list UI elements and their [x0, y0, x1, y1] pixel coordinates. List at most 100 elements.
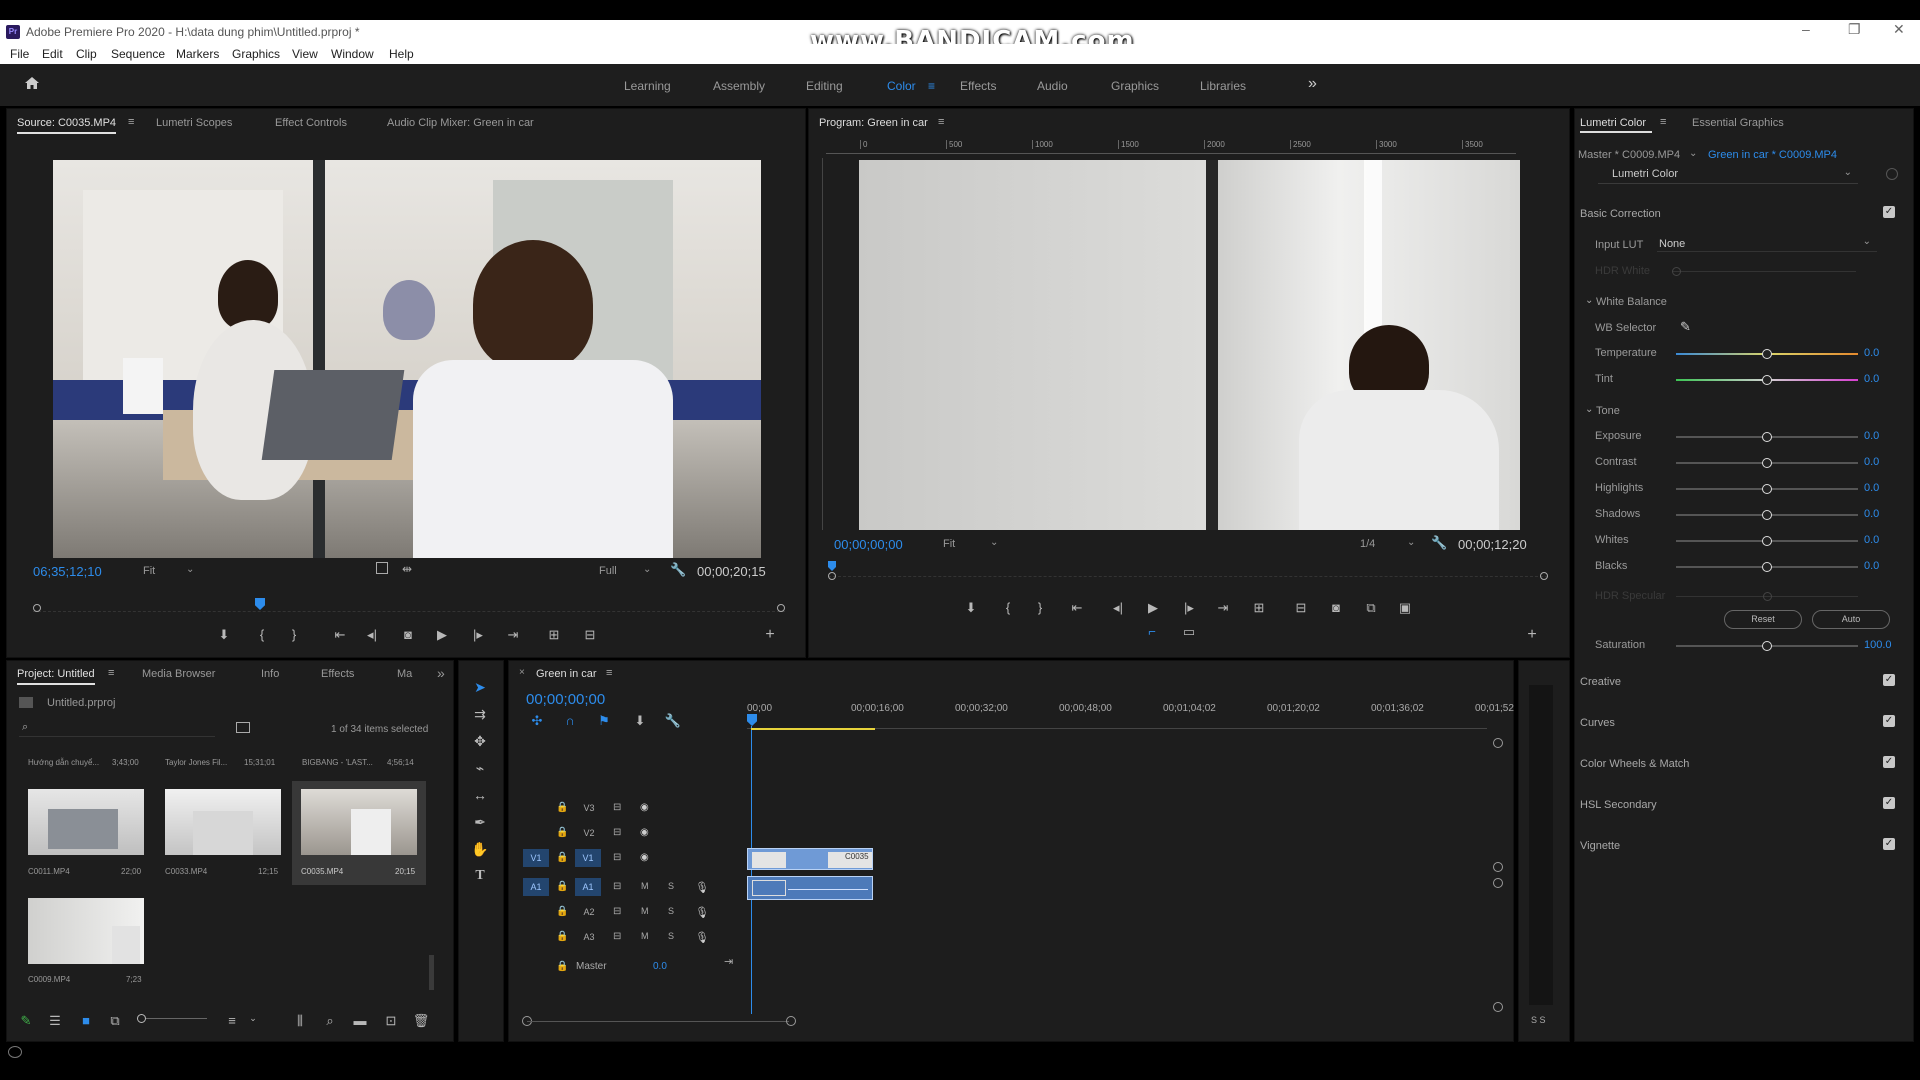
lumetri-menu-icon[interactable]: ≡ [1660, 116, 1666, 128]
program-playhead[interactable] [828, 561, 836, 571]
slider-value-temperature[interactable]: 0.0 [1864, 347, 1879, 359]
workspace-menu-icon[interactable]: ≡ [928, 79, 935, 93]
mute-button[interactable]: M [641, 881, 649, 891]
sync-lock-icon[interactable]: ⊟ [613, 852, 621, 863]
lock-icon[interactable]: 🔒 [556, 827, 568, 838]
source-fit-select[interactable]: Fit [143, 565, 155, 577]
basic-correction-checkbox[interactable]: ✓ [1883, 206, 1895, 218]
chevron-down-icon[interactable]: ⌄ [990, 537, 998, 548]
play-icon[interactable]: ▶ [1144, 600, 1162, 616]
wrench-icon[interactable]: 🔧 [664, 713, 682, 729]
mute-button[interactable]: M [641, 931, 649, 941]
program-scrubber[interactable] [828, 561, 1548, 580]
project-menu-icon[interactable]: ≡ [108, 667, 114, 679]
timeline-ruler[interactable]: 00;00 00;00;16;00 00;00;32;00 00;00;48;00 00… [747, 703, 1514, 729]
scroll-handle[interactable] [1493, 862, 1503, 872]
workspace-graphics[interactable]: Graphics [1111, 79, 1159, 93]
new-bin-icon[interactable]: ▬ [351, 1013, 369, 1028]
program-timecode[interactable]: 00;00;00;00 [834, 537, 903, 552]
tab-lumetri-scopes[interactable]: Lumetri Scopes [156, 117, 232, 129]
workspace-libraries[interactable]: Libraries [1200, 79, 1246, 93]
minimize-icon[interactable]: – [1802, 21, 1810, 37]
section-color-wheels-match[interactable]: Color Wheels & Match [1580, 758, 1689, 770]
menu-sequence[interactable]: Sequence [111, 47, 165, 61]
master-volume-value[interactable]: 0.0 [653, 961, 667, 972]
scroll-handle[interactable] [1493, 878, 1503, 888]
thumbnail[interactable] [28, 898, 144, 964]
chevron-down-icon[interactable]: ⌄ [186, 564, 194, 575]
program-quality-select[interactable]: 1/4 [1360, 538, 1375, 550]
menu-clip[interactable]: Clip [76, 47, 97, 61]
section-checkbox[interactable]: ✓ [1883, 756, 1895, 768]
track-target-v3[interactable]: V3 [576, 799, 602, 817]
wrench-icon[interactable]: 🔧 [670, 562, 686, 578]
source-patch-a1[interactable]: A1 [523, 878, 549, 896]
linked-selection-icon[interactable]: ⚑ [595, 713, 613, 729]
go-to-out-icon[interactable]: ⇥ [1214, 600, 1232, 616]
solo-button[interactable]: S [668, 906, 674, 916]
wrench-icon[interactable]: 🔧 [1431, 535, 1447, 551]
go-to-in-icon[interactable]: ⇤ [1068, 600, 1086, 616]
chevron-down-icon[interactable]: ⌄ [1585, 404, 1593, 415]
slider-value-saturation[interactable]: 100.0 [1864, 639, 1892, 651]
chevron-down-icon[interactable]: ⌄ [1407, 537, 1415, 548]
lock-icon[interactable]: 🔒 [556, 906, 568, 917]
sync-lock-icon[interactable]: ⊟ [613, 827, 621, 838]
zoom-slider[interactable] [137, 1014, 207, 1023]
tab-effect-controls[interactable]: Effect Controls [275, 117, 347, 129]
microphone-icon[interactable]: 🎙 [695, 881, 709, 894]
tab-lumetri-color[interactable]: Lumetri Color [1580, 117, 1646, 129]
slider-value-shadows[interactable]: 0.0 [1864, 508, 1879, 520]
step-forward-icon[interactable]: |▸ [469, 627, 487, 643]
eye-icon[interactable]: ◉ [640, 827, 649, 838]
add-marker-icon[interactable]: ⬇ [631, 713, 649, 729]
program-video-frame[interactable] [859, 160, 1520, 530]
lock-icon[interactable]: 🔒 [556, 802, 568, 813]
sequence-clip-label[interactable]: Green in car * C0009.MP4 [1708, 149, 1837, 161]
tab-source[interactable]: Source: C0035.MP4 [17, 117, 117, 134]
home-icon[interactable] [24, 75, 40, 91]
section-hsl-secondary[interactable]: HSL Secondary [1580, 799, 1657, 811]
mark-out-icon[interactable]: } [285, 627, 303, 642]
lock-icon[interactable]: 🔒 [556, 852, 568, 863]
section-checkbox[interactable]: ✓ [1883, 715, 1895, 727]
mark-in-icon[interactable]: { [999, 600, 1017, 615]
overwrite-icon[interactable]: ⊟ [581, 627, 599, 643]
close-icon[interactable]: ✕ [1893, 21, 1905, 38]
more-panels-icon[interactable]: » [437, 665, 445, 681]
section-checkbox[interactable]: ✓ [1883, 797, 1895, 809]
workspace-learning[interactable]: Learning [624, 79, 671, 93]
auto-button[interactable]: Auto [1812, 610, 1890, 629]
play-icon[interactable]: ▶ [433, 627, 451, 643]
track-target-a1[interactable]: A1 [575, 878, 601, 896]
slider-value-exposure[interactable]: 0.0 [1864, 430, 1879, 442]
tone-header[interactable]: Tone [1596, 405, 1620, 417]
thumbnail[interactable] [165, 789, 281, 855]
slider-knob-whites[interactable] [1762, 536, 1772, 546]
sort-icon[interactable]: ≡ [223, 1013, 241, 1028]
lock-icon[interactable]: 🔒 [556, 881, 568, 892]
comparison-view-icon[interactable]: ⧉ [1362, 600, 1380, 616]
icon-view-icon[interactable]: ■ [77, 1013, 95, 1028]
maximize-icon[interactable]: ❐ [1848, 21, 1861, 38]
lock-icon[interactable]: 🔒 [556, 961, 568, 972]
source-scrubber[interactable] [33, 598, 785, 612]
ripple-edit-tool-icon[interactable]: ✥ [470, 733, 490, 750]
audio-clip[interactable] [747, 876, 873, 900]
menu-help[interactable]: Help [389, 47, 414, 61]
scroll-handle[interactable] [1493, 738, 1503, 748]
chevron-down-icon[interactable]: ⌄ [244, 1013, 262, 1024]
type-tool-icon[interactable]: T [470, 868, 490, 884]
timeline-zoom-bar[interactable] [522, 1016, 796, 1026]
go-to-out-icon[interactable]: ⇥ [504, 627, 522, 643]
tab-media-browser[interactable]: Media Browser [142, 668, 215, 680]
thumbnail[interactable] [301, 789, 417, 855]
sync-lock-icon[interactable]: ⊟ [613, 881, 621, 892]
step-back-icon[interactable]: ◂| [363, 627, 381, 643]
tab-sequence[interactable]: Green in car [536, 668, 597, 680]
microphone-icon[interactable]: 🎙 [695, 931, 709, 944]
slider-knob-exposure[interactable] [1762, 432, 1772, 442]
add-button-icon[interactable]: + [1523, 626, 1541, 644]
source-quality-select[interactable]: Full [599, 565, 617, 577]
menu-markers[interactable]: Markers [176, 47, 219, 61]
